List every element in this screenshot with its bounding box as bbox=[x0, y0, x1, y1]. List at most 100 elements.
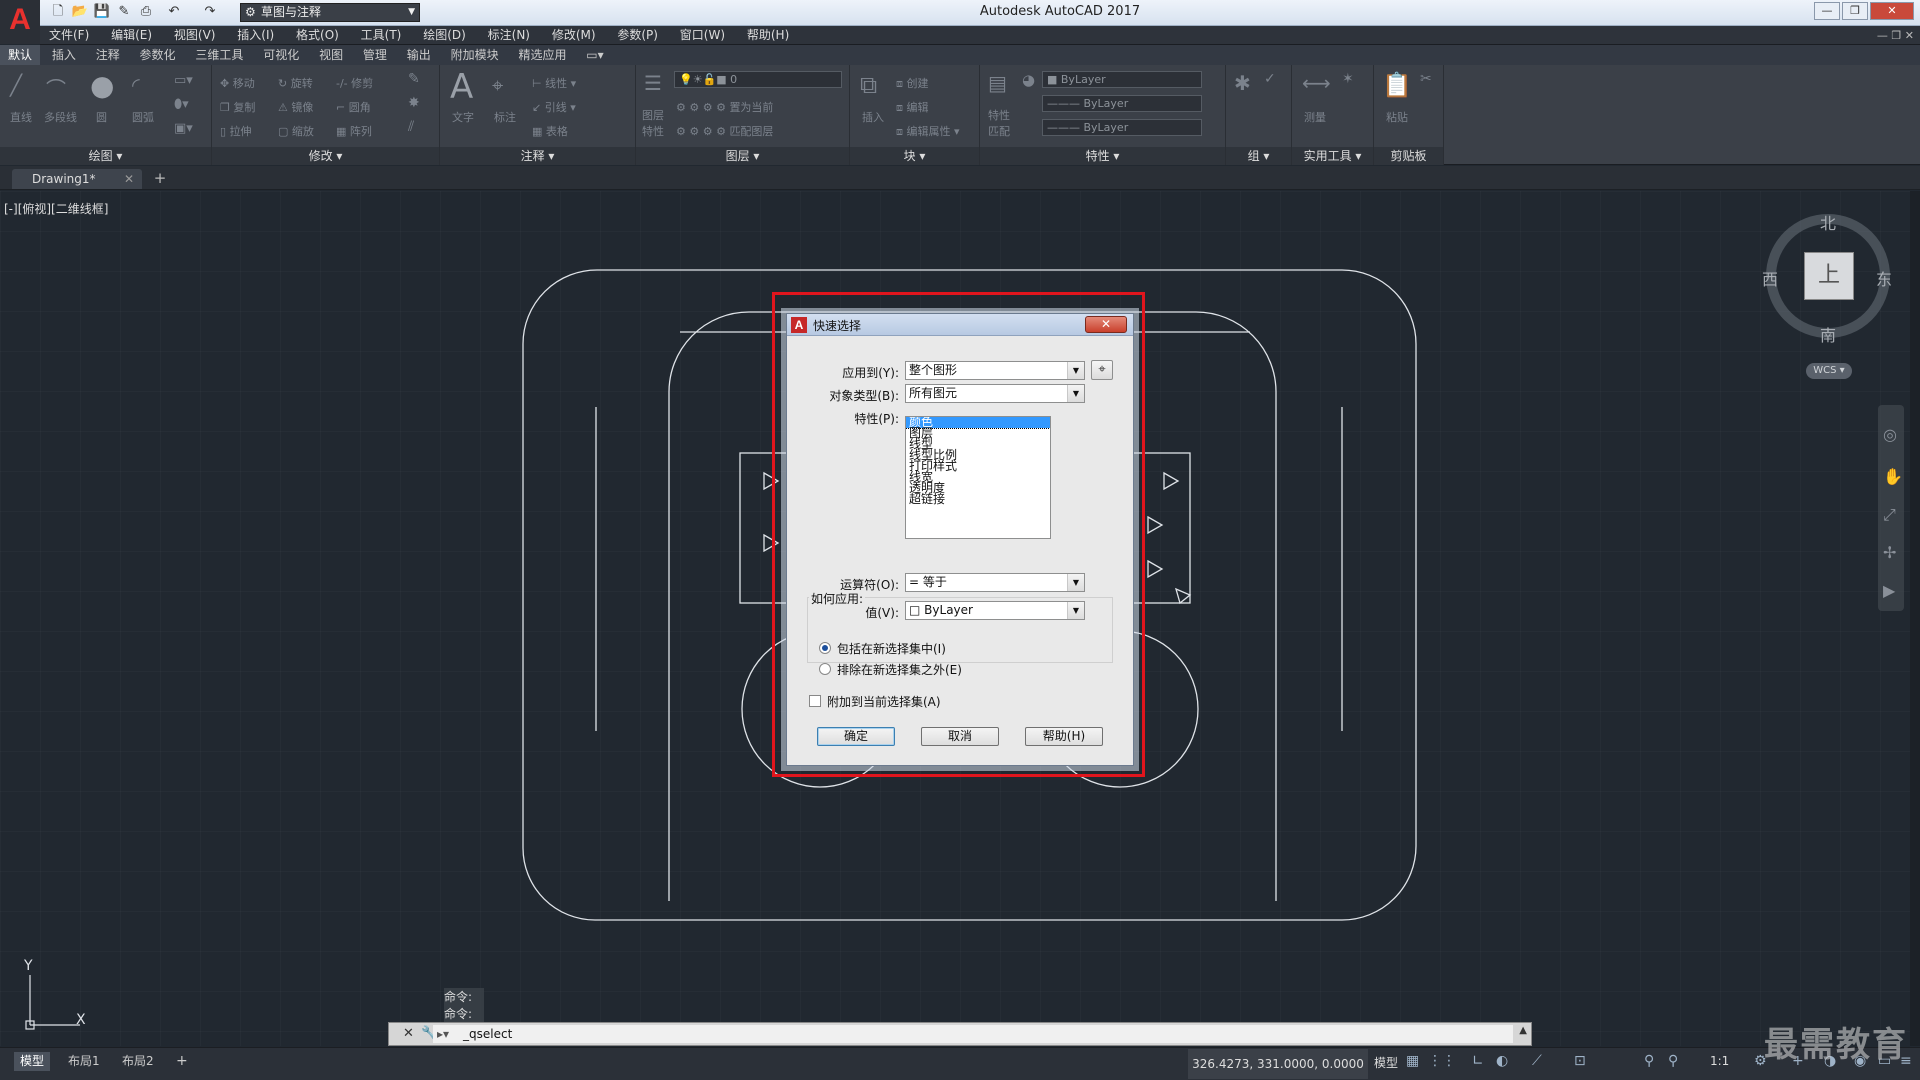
close-window-button[interactable]: ✕ bbox=[1870, 2, 1914, 20]
menu-insert[interactable]: 插入(I) bbox=[228, 26, 283, 45]
isodraft-icon[interactable]: ⟋ bbox=[1532, 1053, 1542, 1069]
circle-icon[interactable]: ● bbox=[90, 69, 114, 102]
menu-window[interactable]: 窗口(W) bbox=[671, 26, 734, 45]
tab-view[interactable]: 视图 bbox=[311, 45, 351, 65]
linear-tool[interactable]: ⊢ 线性 ▾ bbox=[532, 75, 576, 91]
offset-icon[interactable]: ⫽ bbox=[408, 119, 414, 135]
erase-icon[interactable]: ✎ bbox=[408, 71, 420, 87]
mdi-controls[interactable]: — ❐ ✕ bbox=[1877, 26, 1914, 45]
tab-manage[interactable]: 管理 bbox=[355, 45, 395, 65]
scale-tool[interactable]: ▢ 缩放 bbox=[278, 123, 314, 139]
panel-modify-label[interactable]: 修改 ▾ bbox=[212, 147, 439, 165]
viewcube-north[interactable]: 北 bbox=[1820, 210, 1836, 234]
panel-properties-label[interactable]: 特性 ▾ bbox=[980, 147, 1225, 165]
document-tab[interactable]: Drawing1* ✕ bbox=[12, 169, 142, 189]
wcs-menu[interactable]: WCS ▾ bbox=[1806, 363, 1852, 379]
workspace-dropdown[interactable]: ⚙ 草图与注释 ▼ bbox=[240, 3, 420, 22]
layer-dropdown[interactable]: 💡☀🔓■ 0 bbox=[674, 71, 842, 88]
polar-icon[interactable]: ◐ bbox=[1496, 1053, 1508, 1069]
layout-tab-1[interactable]: 布局1 bbox=[62, 1052, 106, 1071]
array-tool[interactable]: ▦ 阵列 bbox=[336, 123, 372, 139]
operator-dropdown[interactable]: = 等于 ▼ bbox=[905, 573, 1085, 592]
viewcube-west[interactable]: 西 bbox=[1762, 266, 1778, 290]
close-icon[interactable]: ✕ bbox=[403, 1026, 414, 1041]
viewcube-east[interactable]: 东 bbox=[1876, 266, 1892, 290]
help-button[interactable]: 帮助(H) bbox=[1025, 727, 1103, 746]
layout-tab-2[interactable]: 布局2 bbox=[116, 1052, 160, 1071]
add-layout-button[interactable]: + bbox=[170, 1052, 194, 1071]
stretch-tool[interactable]: ▯ 拉伸 bbox=[220, 123, 252, 139]
annotation-visibility-icon[interactable]: ⚲ bbox=[1644, 1053, 1654, 1069]
save-icon[interactable]: 💾 bbox=[92, 3, 112, 21]
paste-icon[interactable]: 📋 bbox=[1382, 71, 1412, 99]
menu-parametric[interactable]: 参数(P) bbox=[608, 26, 667, 45]
tab-3d-tools[interactable]: 三维工具 bbox=[187, 45, 251, 65]
lineweight-dropdown[interactable]: ——— ByLayer bbox=[1042, 119, 1202, 136]
append-checkbox[interactable] bbox=[809, 695, 821, 707]
viewport-label[interactable]: [-][俯视][二维线框] bbox=[4, 200, 108, 217]
panel-clipboard-label[interactable]: 剪贴板 bbox=[1374, 147, 1443, 165]
layer-properties-icon[interactable]: ☰ bbox=[644, 71, 662, 95]
layout-tab-model[interactable]: 模型 bbox=[14, 1052, 51, 1071]
list-item[interactable]: 超链接 bbox=[906, 493, 1050, 505]
open-file-icon[interactable]: 📂 bbox=[70, 3, 90, 21]
linetype-dropdown[interactable]: ——— ByLayer bbox=[1042, 95, 1202, 112]
edit-block-tool[interactable]: ⧈ 编辑 bbox=[896, 99, 929, 115]
group-icon[interactable]: ✱ bbox=[1234, 71, 1251, 95]
viewcube-south[interactable]: 南 bbox=[1820, 322, 1836, 346]
edit-attributes-tool[interactable]: ⧈ 编辑属性 ▾ bbox=[896, 123, 960, 139]
select-objects-button[interactable]: ⌖ bbox=[1091, 360, 1113, 380]
viewcube-top-face[interactable]: 上 bbox=[1804, 252, 1854, 300]
tab-annotate[interactable]: 注释 bbox=[88, 45, 128, 65]
properties-listbox[interactable]: 颜色 图层 线型 线型比例 打印样式 线宽 透明度 超链接 bbox=[905, 416, 1051, 539]
move-tool[interactable]: ✥ 移动 bbox=[220, 75, 255, 91]
menu-edit[interactable]: 编辑(E) bbox=[102, 26, 161, 45]
insert-block-icon[interactable]: ⧉ bbox=[860, 71, 877, 99]
trim-tool[interactable]: -/- 修剪 bbox=[336, 75, 373, 91]
text-icon[interactable]: A bbox=[450, 67, 473, 107]
ortho-icon[interactable]: ∟ bbox=[1472, 1053, 1484, 1069]
minimize-button[interactable]: — bbox=[1814, 2, 1840, 20]
close-icon[interactable]: ✕ bbox=[124, 169, 134, 189]
panel-group-label[interactable]: 组 ▾ bbox=[1226, 147, 1291, 165]
panel-layers-label[interactable]: 图层 ▾ bbox=[636, 147, 849, 165]
include-radio[interactable] bbox=[819, 642, 831, 654]
menu-modify[interactable]: 修改(M) bbox=[543, 26, 605, 45]
menu-tools[interactable]: 工具(T) bbox=[352, 26, 411, 45]
new-tab-button[interactable]: + bbox=[150, 169, 170, 189]
pan-icon[interactable]: ✋ bbox=[1883, 467, 1903, 486]
tab-addins[interactable]: 附加模块 bbox=[443, 45, 507, 65]
new-file-icon[interactable]: 🗋 bbox=[48, 3, 68, 21]
quick-calc-icon[interactable]: ✶ bbox=[1342, 71, 1354, 87]
polyline-icon[interactable]: ⌒ bbox=[46, 73, 66, 102]
redo-icon[interactable]: ↷ bbox=[200, 3, 220, 21]
ribbon-options-icon[interactable]: ▭▾ bbox=[578, 45, 611, 65]
auto-scale-icon[interactable]: ⚲ bbox=[1668, 1053, 1678, 1069]
dialog-titlebar[interactable]: A 快速选择 ✕ bbox=[787, 314, 1133, 336]
coordinates-readout[interactable]: 326.4273, 331.0000, 0.0000 bbox=[1188, 1049, 1368, 1079]
orbit-icon[interactable]: ✢ bbox=[1883, 543, 1896, 562]
cut-icon[interactable]: ✂ bbox=[1420, 71, 1432, 87]
print-icon[interactable]: ⎙ bbox=[136, 3, 156, 21]
mirror-tool[interactable]: ⚠ 镜像 bbox=[278, 99, 313, 115]
copy-tool[interactable]: ❐ 复制 bbox=[220, 99, 255, 115]
panel-draw-label[interactable]: 绘图 ▾ bbox=[0, 147, 211, 165]
zoom-icon[interactable]: ⤢ bbox=[1883, 505, 1896, 525]
measure-icon[interactable]: ⟷ bbox=[1302, 71, 1331, 95]
apply-to-dropdown[interactable]: 整个图形 ▼ bbox=[905, 361, 1085, 380]
region-icon[interactable]: ▣▾ bbox=[174, 121, 193, 136]
color-wheel-icon[interactable]: ◕ bbox=[1022, 71, 1035, 89]
vertical-scrollbar[interactable] bbox=[1910, 191, 1920, 1046]
menu-format[interactable]: 格式(O) bbox=[287, 26, 348, 45]
tab-insert[interactable]: 插入 bbox=[44, 45, 84, 65]
dimension-icon[interactable]: ⌖ bbox=[492, 73, 503, 97]
menu-help[interactable]: 帮助(H) bbox=[738, 26, 798, 45]
fillet-tool[interactable]: ⌐ 圆角 bbox=[336, 99, 371, 115]
exclude-label[interactable]: 排除在新选择集之外(E) bbox=[837, 661, 962, 678]
panel-annotation-label[interactable]: 注释 ▾ bbox=[440, 147, 635, 165]
tab-parametric[interactable]: 参数化 bbox=[132, 45, 184, 65]
panel-block-label[interactable]: 块 ▾ bbox=[850, 147, 979, 165]
explode-icon[interactable]: ✸ bbox=[408, 95, 420, 111]
menu-dimension[interactable]: 标注(N) bbox=[479, 26, 539, 45]
menu-view[interactable]: 视图(V) bbox=[165, 26, 225, 45]
